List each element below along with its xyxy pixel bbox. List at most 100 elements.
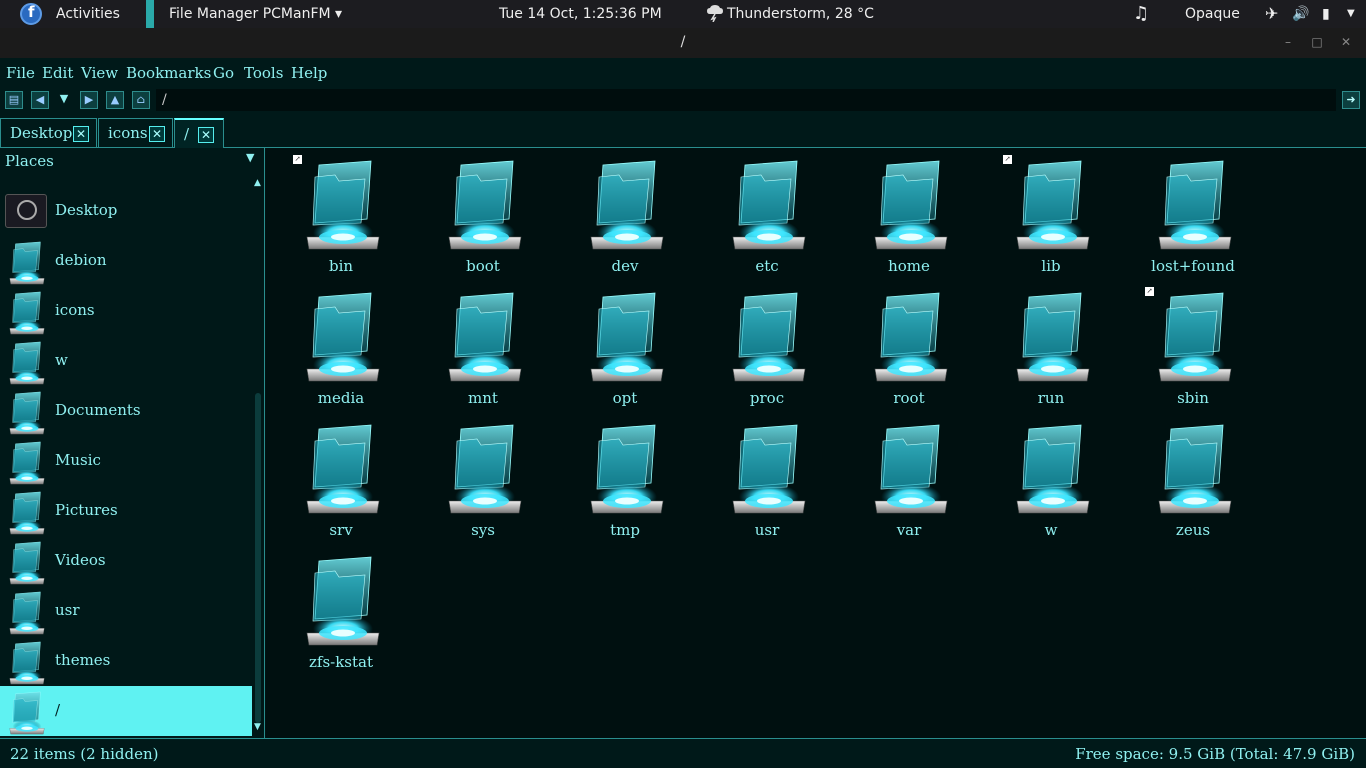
file-item[interactable]: home <box>849 153 969 283</box>
clock[interactable]: Tue 14 Oct, 1:25:36 PM <box>499 0 662 28</box>
menu-help[interactable]: Help <box>291 64 327 82</box>
places-header[interactable]: Places <box>0 148 265 172</box>
sidebar-item-documents[interactable]: Documents <box>0 386 252 436</box>
forward-icon[interactable]: ▶ <box>80 91 98 109</box>
folder-icon <box>731 421 807 517</box>
folder-icon <box>8 340 46 385</box>
home-icon[interactable]: ⌂ <box>132 91 150 109</box>
folder-icon <box>1015 157 1091 253</box>
file-item[interactable]: ↗ sbin <box>1133 285 1253 415</box>
tab-icons[interactable]: icons ✕ <box>98 118 173 148</box>
file-item[interactable]: root <box>849 285 969 415</box>
sidebar-item-icons[interactable]: icons <box>0 286 252 336</box>
folder-icon <box>8 240 46 285</box>
sidebar-item-label: Pictures <box>55 501 118 519</box>
places-dropdown-chevron-icon[interactable]: ▼ <box>246 151 254 164</box>
file-item[interactable]: zeus <box>1133 417 1253 547</box>
folder-icon <box>447 421 523 517</box>
sidebar-item-videos[interactable]: Videos <box>0 536 252 586</box>
maximize-button[interactable]: □ <box>1309 34 1325 50</box>
tab-root[interactable]: / ✕ <box>174 118 224 148</box>
close-window-button[interactable]: ✕ <box>1338 34 1354 50</box>
file-item[interactable]: var <box>849 417 969 547</box>
activities-button[interactable]: Activities <box>56 0 120 28</box>
thunderstorm-icon[interactable] <box>706 4 724 22</box>
history-dropdown-icon[interactable]: ▼ <box>55 91 73 109</box>
menu-bookmarks[interactable]: Bookmarks <box>126 64 211 82</box>
sidebar-item-themes[interactable]: themes <box>0 636 252 686</box>
file-item[interactable]: dev <box>565 153 685 283</box>
scroll-up-icon[interactable]: ▲ <box>254 178 261 188</box>
scroll-down-icon[interactable]: ▼ <box>254 722 261 732</box>
back-icon[interactable]: ◀ <box>31 91 49 109</box>
file-item[interactable]: zfs-kstat <box>281 549 401 679</box>
file-item[interactable]: lost+found <box>1133 153 1253 283</box>
file-view[interactable]: ↗ bin boot dev etc home ↗ lib lost+found media mnt… <box>266 148 1366 738</box>
folder-icon <box>1157 421 1233 517</box>
sidebar-item-label: icons <box>55 301 95 319</box>
tab-label: Desktop <box>10 124 73 142</box>
airplane-mode-icon[interactable]: ✈ <box>1265 0 1278 28</box>
file-item[interactable]: ↗ bin <box>281 153 401 283</box>
menu-file[interactable]: File <box>6 64 35 82</box>
system-menu-chevron-icon[interactable]: ▼ <box>1347 0 1355 28</box>
new-window-icon[interactable]: ▤ <box>5 91 23 109</box>
sidebar-item-desktop[interactable]: Desktop <box>0 186 252 236</box>
close-tab-icon[interactable]: ✕ <box>73 126 89 142</box>
file-name: sys <box>471 521 495 539</box>
sidebar-item-label: themes <box>55 651 111 669</box>
file-item[interactable]: tmp <box>565 417 685 547</box>
menu-view[interactable]: View <box>81 64 118 82</box>
file-item[interactable]: opt <box>565 285 685 415</box>
close-tab-icon[interactable]: ✕ <box>198 127 214 143</box>
app-menu-button[interactable]: File Manager PCManFM ▾ <box>169 0 342 28</box>
sidebar-item-w[interactable]: w <box>0 336 252 386</box>
folder-icon <box>305 157 381 253</box>
menu-tools[interactable]: Tools <box>244 64 283 82</box>
file-item[interactable]: run <box>991 285 1111 415</box>
symlink-emblem-icon: ↗ <box>1145 287 1154 296</box>
tab-desktop[interactable]: Desktop ✕ <box>0 118 97 148</box>
music-note-icon[interactable]: ♫ <box>1133 0 1149 28</box>
sidebar-item-debion[interactable]: debion <box>0 236 252 286</box>
sidebar-item-pictures[interactable]: Pictures <box>0 486 252 536</box>
battery-icon[interactable]: ▮ <box>1322 0 1330 28</box>
file-item[interactable]: ↗ lib <box>991 153 1111 283</box>
sidebar-item-usr[interactable]: usr <box>0 586 252 636</box>
file-item[interactable]: media <box>281 285 401 415</box>
go-icon[interactable]: ➜ <box>1342 91 1360 109</box>
weather-label[interactable]: Thunderstorm, 28 °C <box>727 0 874 28</box>
file-item[interactable]: srv <box>281 417 401 547</box>
path-input[interactable]: / <box>156 89 1336 111</box>
file-name: boot <box>466 257 500 275</box>
sidebar-item-root[interactable]: / <box>0 686 252 736</box>
menu-edit[interactable]: Edit <box>42 64 73 82</box>
fedora-logo-icon[interactable] <box>20 3 42 25</box>
menu-go[interactable]: Go <box>213 64 234 82</box>
close-tab-icon[interactable]: ✕ <box>149 126 165 142</box>
folder-icon <box>589 421 665 517</box>
folder-icon <box>731 289 807 385</box>
minimize-button[interactable]: – <box>1280 34 1296 50</box>
places-list: Desktop debion icons w Documents Music Picture… <box>0 172 252 738</box>
tab-label: / <box>184 125 190 143</box>
menu-bar: File Edit View Bookmarks Go Tools Help <box>0 58 1366 86</box>
file-item[interactable]: proc <box>707 285 827 415</box>
places-scrollbar-thumb[interactable] <box>255 393 261 723</box>
file-name: media <box>317 389 365 407</box>
file-item[interactable]: etc <box>707 153 827 283</box>
sidebar-item-label: Desktop <box>55 201 118 219</box>
file-name: srv <box>329 521 353 539</box>
theme-label[interactable]: Opaque <box>1185 0 1240 28</box>
file-item[interactable]: mnt <box>423 285 543 415</box>
file-name: bin <box>328 257 354 275</box>
volume-icon[interactable]: 🔊 <box>1292 0 1309 28</box>
file-name: etc <box>755 257 779 275</box>
sidebar-item-music[interactable]: Music <box>0 436 252 486</box>
file-item[interactable]: usr <box>707 417 827 547</box>
folder-icon <box>8 540 46 585</box>
file-item[interactable]: w <box>991 417 1111 547</box>
up-icon[interactable]: ▲ <box>106 91 124 109</box>
file-item[interactable]: boot <box>423 153 543 283</box>
file-item[interactable]: sys <box>423 417 543 547</box>
